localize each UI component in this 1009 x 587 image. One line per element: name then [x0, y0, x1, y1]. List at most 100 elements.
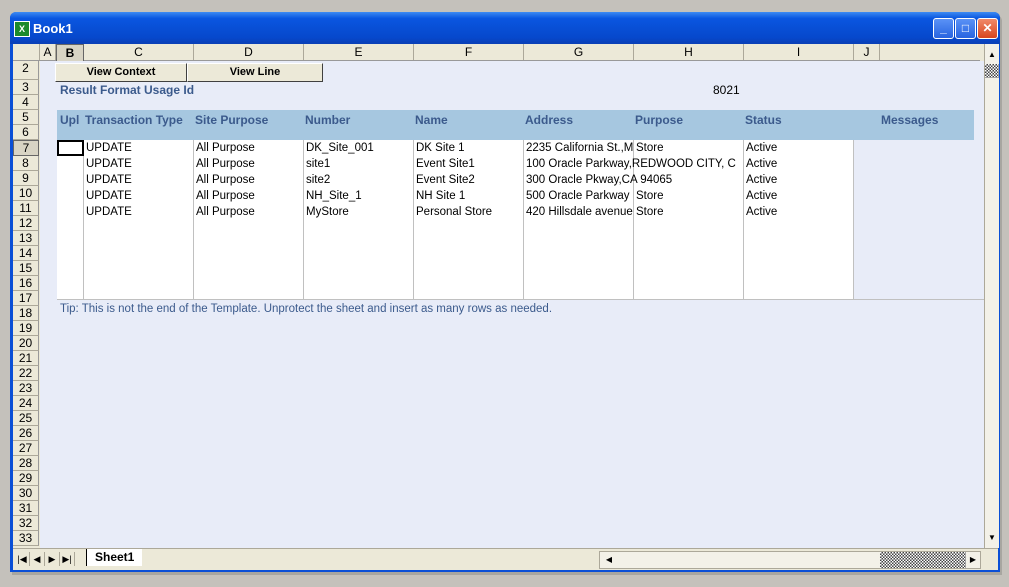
cell-name[interactable]: Event Site1 — [416, 158, 523, 170]
cell-address[interactable]: 2235 California St.,M — [526, 142, 633, 154]
scroll-left-button[interactable]: ◀ — [602, 552, 616, 568]
cell-transaction-type[interactable]: UPDATE — [86, 206, 193, 218]
cell-purpose[interactable]: Store — [636, 142, 743, 154]
row-header[interactable]: 24 — [13, 396, 39, 411]
worksheet[interactable]: View Context View Line Result Format Usa… — [40, 61, 984, 548]
horizontal-scroll-thumb[interactable] — [880, 552, 966, 568]
row-header[interactable]: 20 — [13, 336, 39, 351]
row-header[interactable]: 30 — [13, 486, 39, 501]
close-button[interactable]: ✕ — [977, 18, 998, 39]
view-line-button[interactable]: View Line — [187, 63, 323, 82]
row-header[interactable]: 26 — [13, 426, 39, 441]
scroll-right-button[interactable]: ▶ — [966, 552, 980, 568]
row-header[interactable]: 27 — [13, 441, 39, 456]
cell-purpose[interactable]: Store — [636, 206, 743, 218]
cell-number[interactable]: site1 — [306, 158, 413, 170]
cell-number[interactable]: MyStore — [306, 206, 413, 218]
column-header-e[interactable]: E — [304, 44, 414, 60]
row-header[interactable]: 28 — [13, 456, 39, 471]
row-header[interactable]: 3 — [13, 80, 39, 95]
select-all-corner[interactable] — [13, 44, 40, 60]
cell-site-purpose[interactable]: All Purpose — [196, 158, 303, 170]
row-header[interactable]: 2 — [13, 61, 39, 80]
vertical-scroll-thumb[interactable] — [985, 64, 999, 78]
last-sheet-button[interactable]: ▶| — [60, 552, 75, 566]
active-cell[interactable] — [57, 140, 84, 156]
next-sheet-button[interactable]: ▶ — [45, 552, 60, 566]
row-header[interactable]: 17 — [13, 291, 39, 306]
row-header[interactable]: 4 — [13, 95, 39, 110]
maximize-button[interactable]: □ — [955, 18, 976, 39]
cell-address[interactable]: 100 Oracle Parkway,REDWOOD CITY, C — [526, 158, 744, 170]
cell-transaction-type[interactable]: UPDATE — [86, 190, 193, 202]
column-header-j[interactable]: J — [854, 44, 880, 60]
cell-address[interactable]: 500 Oracle Parkway — [526, 190, 633, 202]
horizontal-scrollbar[interactable]: ◀ ▶ — [599, 551, 981, 569]
row-header[interactable]: 22 — [13, 366, 39, 381]
cell-status[interactable]: Active — [746, 206, 853, 218]
cell-site-purpose[interactable]: All Purpose — [196, 206, 303, 218]
title-bar[interactable]: X Book1 _ □ ✕ — [10, 12, 1000, 44]
minimize-button[interactable]: _ — [933, 18, 954, 39]
row-header[interactable]: 31 — [13, 501, 39, 516]
row-header[interactable]: 18 — [13, 306, 39, 321]
row-header[interactable]: 9 — [13, 171, 39, 186]
cell-site-purpose[interactable]: All Purpose — [196, 174, 303, 186]
row-header[interactable]: 8 — [13, 156, 39, 171]
cell-number[interactable]: NH_Site_1 — [306, 190, 413, 202]
column-header-b[interactable]: B — [56, 44, 84, 62]
row-header[interactable]: 25 — [13, 411, 39, 426]
cell-name[interactable]: Personal Store — [416, 206, 523, 218]
cell-status[interactable]: Active — [746, 142, 853, 154]
row-header[interactable]: 10 — [13, 186, 39, 201]
column-header-h[interactable]: H — [634, 44, 744, 60]
row-header[interactable]: 23 — [13, 381, 39, 396]
sheet-tab-sheet1[interactable]: Sheet1 — [86, 549, 143, 566]
cell-address[interactable]: 300 Oracle Pkway,CA 94065 — [526, 174, 744, 186]
cell-site-purpose[interactable]: All Purpose — [196, 190, 303, 202]
row-header[interactable]: 11 — [13, 201, 39, 216]
cell-address[interactable]: 420 Hillsdale avenue — [526, 206, 633, 218]
cell-transaction-type[interactable]: UPDATE — [86, 174, 193, 186]
column-header-c[interactable]: C — [84, 44, 194, 60]
row-header[interactable]: 21 — [13, 351, 39, 366]
cell-name[interactable]: DK Site 1 — [416, 142, 523, 154]
column-header-i[interactable]: I — [744, 44, 854, 60]
view-context-button[interactable]: View Context — [55, 63, 187, 82]
column-header-a[interactable]: A — [40, 44, 56, 60]
column-header-d[interactable]: D — [194, 44, 304, 60]
prev-sheet-button[interactable]: ◀ — [30, 552, 45, 566]
row-header[interactable]: 15 — [13, 261, 39, 276]
row-header[interactable]: 14 — [13, 246, 39, 261]
scroll-up-button[interactable]: ▲ — [985, 48, 999, 62]
cell-name[interactable]: Event Site2 — [416, 174, 523, 186]
cell-status[interactable]: Active — [746, 158, 853, 170]
header-name: Name — [415, 113, 448, 127]
row-header[interactable]: 29 — [13, 471, 39, 486]
row-header[interactable]: 33 — [13, 531, 39, 546]
row-header[interactable]: 19 — [13, 321, 39, 336]
scroll-down-button[interactable]: ▼ — [985, 531, 999, 545]
column-header-g[interactable]: G — [524, 44, 634, 60]
row-header[interactable]: 12 — [13, 216, 39, 231]
cell-name[interactable]: NH Site 1 — [416, 190, 523, 202]
vertical-scrollbar[interactable]: ▲ ▼ — [984, 44, 999, 548]
result-format-value[interactable]: 8021 — [713, 83, 740, 97]
cell-number[interactable]: DK_Site_001 — [306, 142, 413, 154]
cell-transaction-type[interactable]: UPDATE — [86, 158, 193, 170]
cell-status[interactable]: Active — [746, 190, 853, 202]
row-header[interactable]: 7 — [13, 140, 39, 156]
row-header[interactable]: 13 — [13, 231, 39, 246]
cell-site-purpose[interactable]: All Purpose — [196, 142, 303, 154]
first-sheet-button[interactable]: |◀ — [15, 552, 30, 566]
column-header-f[interactable]: F — [414, 44, 524, 60]
row-header[interactable]: 6 — [13, 125, 39, 140]
cell-transaction-type[interactable]: UPDATE — [86, 142, 193, 154]
row-header[interactable]: 5 — [13, 110, 39, 125]
cell-purpose[interactable]: Store — [636, 190, 743, 202]
row-header[interactable]: 16 — [13, 276, 39, 291]
cell-status[interactable]: Active — [746, 174, 853, 186]
row-header[interactable]: 32 — [13, 516, 39, 531]
cell-number[interactable]: site2 — [306, 174, 413, 186]
workbook-area: A B C D E F G H I J 2 3 4 5 6 7 8 9 10 11 12 13 14 15… — [13, 44, 999, 570]
